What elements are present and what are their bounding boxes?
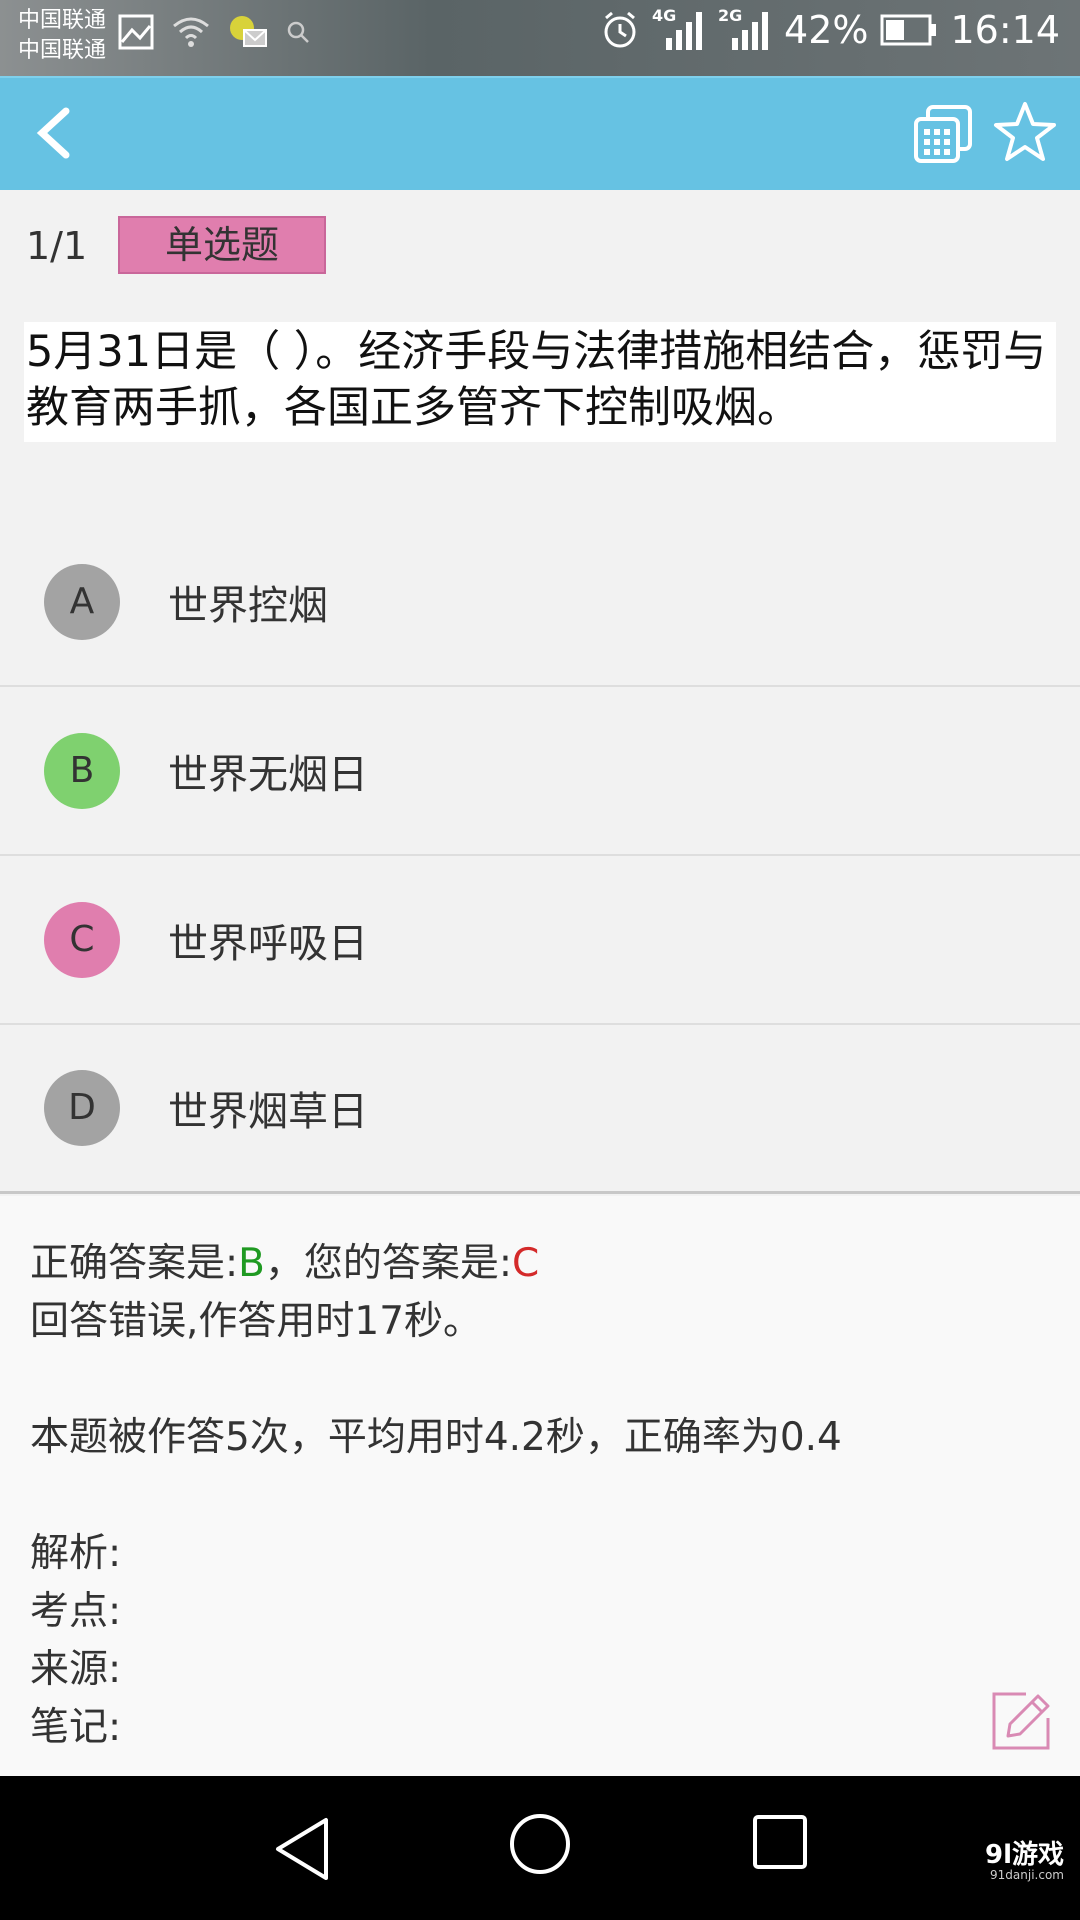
option-b-label: 世界无烟日 [168,751,368,798]
analysis-label: 解析: [30,1531,122,1576]
nav-back-icon[interactable] [270,1814,334,1884]
image-icon [118,14,154,50]
watermark-domain: 91danji.com [990,1868,1064,1882]
option-c-label: 世界呼吸日 [168,920,368,967]
watermark-logo: 9l游戏 91danji.com [985,1842,1064,1882]
option-c[interactable]: C 世界呼吸日 [0,856,1080,1025]
edit-note-button[interactable] [990,1690,1052,1752]
alarm-icon [604,11,636,48]
nav-recent-apps-icon[interactable] [752,1814,808,1870]
app-bar [0,76,1080,190]
wifi-icon [173,17,209,47]
star-icon [994,102,1056,161]
carrier-2: 中国联通 [18,38,107,63]
answer-compare: 正确答案是:B，您的答案是:C [30,1232,539,1288]
answer-options: A 世界控烟 B 世界无烟日 C 世界呼吸日 D 世界烟草日 [0,518,1080,1194]
answer-status: 回答错误,作答用时17秒。 [30,1299,483,1344]
carrier-names: 中国联通 中国联通 [18,6,106,66]
source-label: 来源: [30,1647,122,1692]
signal-2g-icon: 2G [718,6,772,50]
battery-percent: 42% [784,8,869,52]
notification-icons [118,14,310,50]
network-2g-label: 2G [718,6,743,25]
notes-label: 笔记: [30,1705,122,1750]
search-icon [287,21,309,43]
signal-4g-icon: 4G [652,6,706,50]
network-4g-label: 4G [652,6,677,25]
message-icon [230,16,267,47]
question-stats: 本题被作答5次，平均用时4.2秒，正确率为0.4 [30,1415,842,1460]
option-b[interactable]: B 世界无烟日 [0,687,1080,856]
question-progress: 1/1 [26,224,88,268]
system-nav-bar: 9l游戏 91danji.com [0,1776,1080,1920]
status-bar: 中国联通 中国联通 4G 2G 42% 16:14 [0,0,1080,76]
option-a-badge: A [44,563,120,640]
watermark-brand: 9l游戏 [984,1840,1064,1870]
edit-icon [992,1692,1050,1750]
correct-answer: B [238,1241,265,1286]
option-c-badge: C [44,901,120,978]
chevron-left-icon [36,107,70,159]
exam-point-label: 考点: [30,1589,122,1634]
clock: 16:14 [950,8,1060,52]
nav-home-icon[interactable] [508,1812,572,1876]
question-type-badge: 单选题 [118,216,326,274]
question-list-button[interactable] [912,103,974,165]
copy-icon [914,105,972,163]
your-answer-prefix: ，您的答案是: [264,1241,513,1286]
option-d[interactable]: D 世界烟草日 [0,1025,1080,1194]
back-button[interactable] [28,103,88,163]
carrier-1: 中国联通 [18,8,107,33]
system-status: 4G 2G 42% 16:14 [600,6,1060,52]
favorite-button[interactable] [992,100,1058,166]
your-answer: C [512,1241,540,1286]
battery-icon [880,14,937,46]
option-b-badge: B [44,732,120,809]
option-a[interactable]: A 世界控烟 [0,518,1080,687]
option-d-badge: D [44,1070,120,1146]
correct-answer-prefix: 正确答案是: [30,1241,239,1286]
option-d-label: 世界烟草日 [168,1089,368,1135]
option-a-label: 世界控烟 [168,582,328,629]
answer-result-panel: 正确答案是:B，您的答案是:C 回答错误,作答用时17秒。 本题被作答5次，平均… [0,1196,1080,1776]
question-text: 5月31日是（ ）。经济手段与法律措施相结合，惩罚与教育两手抓，各国正多管齐下控… [24,322,1056,442]
